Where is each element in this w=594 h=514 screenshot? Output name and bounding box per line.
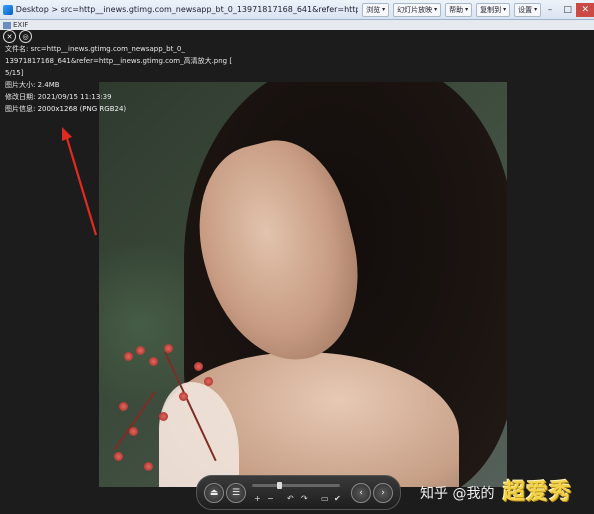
exif-icon (3, 21, 11, 29)
viewer-control-bar: ⏏ ☰ + − ↶ ↷ ▭ ✔ ‹ › (196, 475, 401, 510)
close-icon[interactable]: ✕ (3, 30, 16, 43)
info-modified: 修改日期: 2021/09/15 11:13:39 (5, 93, 112, 101)
file-info-overlay: 文件名: src=http__inews.gtimg.com_newsapp_b… (5, 43, 233, 115)
viewer-top-icons: ✕ ◎ (3, 30, 32, 43)
settings-button[interactable]: 设置 ▾ (514, 2, 542, 17)
watermark-text: 知乎 @我的 (420, 486, 495, 502)
minimize-button[interactable]: – (541, 3, 559, 17)
info-size: 图片大小: 2.4MB (5, 81, 60, 89)
flower-branch (104, 332, 224, 482)
exif-strip: EXIF (0, 20, 594, 30)
info-dimensions: 图片信息: 2000x1268 (PNG RGB24) (5, 105, 127, 113)
rotate-right-button[interactable]: ↷ (301, 494, 308, 503)
copy-to-button[interactable]: 复制到 ▾ (476, 2, 511, 17)
zoom-slider-track[interactable] (252, 484, 340, 487)
title-bar: Desktop > src=http__inews.gtimg.com_news… (0, 0, 594, 20)
annotation-arrow (62, 127, 98, 236)
window-title: Desktop > src=http__inews.gtimg.com_news… (15, 5, 359, 14)
info-filename-1: 文件名: src=http__inews.gtimg.com_newsapp_b… (5, 45, 185, 53)
slideshow-button[interactable]: 幻灯片放映 ▾ (393, 2, 442, 17)
info-filename-3: 5/15] (5, 69, 24, 77)
photo (99, 82, 507, 487)
fit-window-icon[interactable]: ▭ (321, 494, 329, 503)
check-icon[interactable]: ✔ (334, 494, 341, 503)
help-button[interactable]: 帮助 ▾ (445, 2, 473, 17)
previous-image-button[interactable]: ‹ (351, 483, 371, 503)
menu-icon[interactable]: ☰ (226, 483, 246, 503)
zoom-slider-thumb[interactable] (277, 482, 282, 489)
eject-icon[interactable]: ⏏ (204, 483, 224, 503)
next-image-button[interactable]: › (373, 483, 393, 503)
info-icon[interactable]: ◎ (19, 30, 32, 43)
exif-label[interactable]: EXIF (13, 21, 28, 29)
rotate-left-button[interactable]: ↶ (287, 494, 294, 503)
close-window-button[interactable]: ✕ (576, 2, 594, 17)
app-icon (3, 4, 13, 15)
browse-button[interactable]: 浏览 ▾ (362, 2, 390, 17)
zoom-out-button[interactable]: − (267, 494, 274, 503)
restore-button[interactable]: □ (559, 3, 577, 17)
image-viewer[interactable]: ✕ ◎ 文件名: src=http__inews.gtimg.com_newsa… (0, 30, 594, 514)
watermark-logo: 超爱秀 (503, 480, 573, 505)
info-filename-2: 13971817168_641&refer=http__inews.gtimg.… (5, 57, 233, 65)
zoom-in-button[interactable]: + (254, 494, 261, 503)
